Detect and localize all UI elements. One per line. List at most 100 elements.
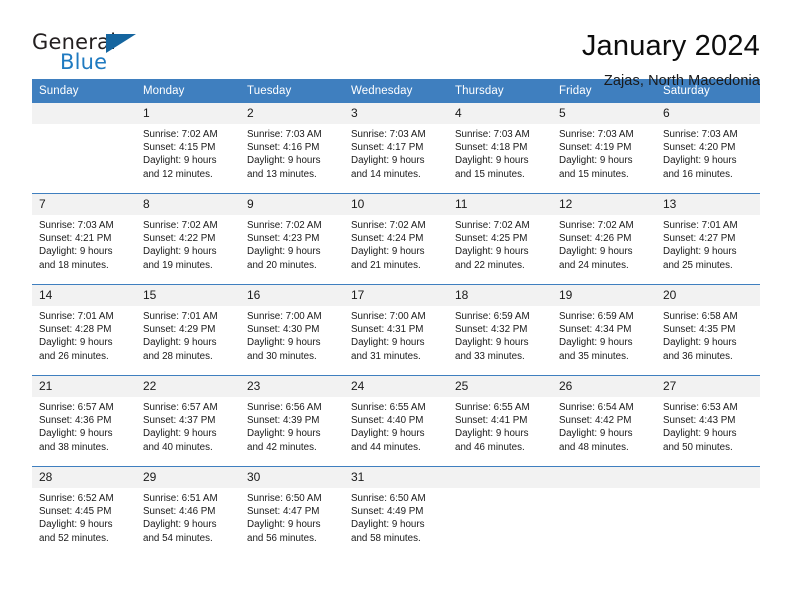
calendar-week-row: 14 Sunrise: 7:01 AM Sunset: 4:28 PM Dayligh… bbox=[32, 284, 760, 376]
day-info-line: Sunset: 4:39 PM bbox=[247, 415, 320, 427]
calendar-empty-cell bbox=[32, 103, 136, 194]
calendar-day-cell[interactable]: 10 Sunrise: 7:02 AM Sunset: 4:24 PM Dayligh… bbox=[344, 193, 448, 285]
calendar-day-cell[interactable]: 23 Sunrise: 6:56 AM Sunset: 4:39 PM Dayligh… bbox=[240, 375, 344, 467]
day-number: 9 bbox=[240, 194, 344, 215]
calendar-day-cell[interactable]: 2 Sunrise: 7:03 AM Sunset: 4:16 PM Daylight… bbox=[240, 103, 344, 194]
calendar-day-cell[interactable]: 28 Sunrise: 6:52 AM Sunset: 4:45 PM Dayligh… bbox=[32, 466, 136, 557]
day-number: 22 bbox=[136, 376, 240, 397]
day-info-line: Daylight: 9 hours bbox=[143, 428, 217, 440]
day-info-line: and 42 minutes. bbox=[247, 441, 317, 453]
day-cell-content: 14 Sunrise: 7:01 AM Sunset: 4:28 PM Dayligh… bbox=[32, 285, 136, 375]
day-info-line: Sunset: 4:29 PM bbox=[143, 324, 216, 336]
day-info-line: Sunrise: 7:02 AM bbox=[559, 220, 634, 231]
day-info-line: Sunrise: 7:01 AM bbox=[663, 220, 738, 231]
day-info-line: Sunset: 4:26 PM bbox=[559, 233, 632, 245]
page-header: General Blue January 2024 Zajas, North M… bbox=[32, 0, 760, 89]
calendar-day-cell[interactable]: 4 Sunrise: 7:03 AM Sunset: 4:18 PM Daylight… bbox=[448, 103, 552, 194]
day-cell-content: 16 Sunrise: 7:00 AM Sunset: 4:30 PM Dayligh… bbox=[240, 285, 344, 375]
day-number: 17 bbox=[344, 285, 448, 306]
day-sun-info: Sunrise: 7:03 AM Sunset: 4:19 PM Daylight:… bbox=[552, 124, 656, 181]
day-info-line: and 54 minutes. bbox=[143, 532, 213, 544]
calendar-day-cell[interactable]: 22 Sunrise: 6:57 AM Sunset: 4:37 PM Dayligh… bbox=[136, 375, 240, 467]
day-number: 27 bbox=[656, 376, 760, 397]
day-info-line: Sunrise: 7:02 AM bbox=[143, 129, 218, 140]
day-cell-content: 12 Sunrise: 7:02 AM Sunset: 4:26 PM Dayligh… bbox=[552, 194, 656, 284]
day-cell-content: 9 Sunrise: 7:02 AM Sunset: 4:23 PM Daylight… bbox=[240, 194, 344, 284]
calendar-day-cell[interactable]: 5 Sunrise: 7:03 AM Sunset: 4:19 PM Daylight… bbox=[552, 103, 656, 194]
day-info-line: Daylight: 9 hours bbox=[247, 428, 321, 440]
calendar-day-cell[interactable]: 26 Sunrise: 6:54 AM Sunset: 4:42 PM Dayligh… bbox=[552, 375, 656, 467]
day-info-line: Sunset: 4:30 PM bbox=[247, 324, 320, 336]
day-cell-content: 4 Sunrise: 7:03 AM Sunset: 4:18 PM Daylight… bbox=[448, 103, 552, 193]
calendar-day-cell[interactable]: 8 Sunrise: 7:02 AM Sunset: 4:22 PM Daylight… bbox=[136, 193, 240, 285]
calendar-day-cell[interactable]: 14 Sunrise: 7:01 AM Sunset: 4:28 PM Dayligh… bbox=[32, 284, 136, 376]
day-info-line: and 33 minutes. bbox=[455, 350, 525, 362]
calendar-day-cell[interactable]: 29 Sunrise: 6:51 AM Sunset: 4:46 PM Dayligh… bbox=[136, 466, 240, 557]
calendar-day-cell[interactable]: 15 Sunrise: 7:01 AM Sunset: 4:29 PM Dayligh… bbox=[136, 284, 240, 376]
calendar-day-cell[interactable]: 21 Sunrise: 6:57 AM Sunset: 4:36 PM Dayligh… bbox=[32, 375, 136, 467]
day-info-line: Daylight: 9 hours bbox=[39, 246, 113, 258]
calendar-day-cell[interactable]: 9 Sunrise: 7:02 AM Sunset: 4:23 PM Daylight… bbox=[240, 193, 344, 285]
day-info-line: Sunrise: 7:00 AM bbox=[247, 311, 322, 322]
day-info-line: Sunrise: 7:02 AM bbox=[247, 220, 322, 231]
day-number bbox=[32, 103, 136, 124]
calendar-day-cell[interactable]: 24 Sunrise: 6:55 AM Sunset: 4:40 PM Dayligh… bbox=[344, 375, 448, 467]
day-info-line: and 44 minutes. bbox=[351, 441, 421, 453]
day-info-line: Sunrise: 6:57 AM bbox=[39, 402, 114, 413]
day-sun-info: Sunrise: 6:57 AM Sunset: 4:37 PM Daylight:… bbox=[136, 397, 240, 454]
day-info-line: Sunrise: 6:54 AM bbox=[559, 402, 634, 413]
day-info-line: Sunset: 4:49 PM bbox=[351, 506, 424, 518]
day-info-line: Sunset: 4:18 PM bbox=[455, 142, 528, 154]
day-sun-info: Sunrise: 7:02 AM Sunset: 4:26 PM Daylight:… bbox=[552, 215, 656, 272]
calendar-table: Sunday Monday Tuesday Wednesday Thursday Frid… bbox=[32, 79, 760, 557]
day-cell-content: 19 Sunrise: 6:59 AM Sunset: 4:34 PM Dayligh… bbox=[552, 285, 656, 375]
calendar-day-cell[interactable]: 12 Sunrise: 7:02 AM Sunset: 4:26 PM Dayligh… bbox=[552, 193, 656, 285]
day-info-line: and 15 minutes. bbox=[455, 168, 525, 180]
day-cell-content: 26 Sunrise: 6:54 AM Sunset: 4:42 PM Dayligh… bbox=[552, 376, 656, 466]
day-number: 31 bbox=[344, 467, 448, 488]
day-info-line: and 18 minutes. bbox=[39, 259, 109, 271]
calendar-day-cell[interactable]: 3 Sunrise: 7:03 AM Sunset: 4:17 PM Daylight… bbox=[344, 103, 448, 194]
title-block: January 2024 Zajas, North Macedonia bbox=[582, 28, 760, 92]
day-info-line: and 14 minutes. bbox=[351, 168, 421, 180]
day-info-line: Daylight: 9 hours bbox=[351, 428, 425, 440]
calendar-day-cell[interactable]: 20 Sunrise: 6:58 AM Sunset: 4:35 PM Dayligh… bbox=[656, 284, 760, 376]
day-info-line: and 28 minutes. bbox=[143, 350, 213, 362]
day-sun-info: Sunrise: 6:57 AM Sunset: 4:36 PM Daylight:… bbox=[32, 397, 136, 454]
day-sun-info: Sunrise: 7:03 AM Sunset: 4:17 PM Daylight:… bbox=[344, 124, 448, 181]
day-info-line: Sunrise: 6:59 AM bbox=[455, 311, 530, 322]
day-info-line: Daylight: 9 hours bbox=[39, 337, 113, 349]
calendar-day-cell[interactable]: 31 Sunrise: 6:50 AM Sunset: 4:49 PM Dayligh… bbox=[344, 466, 448, 557]
day-info-line: Sunset: 4:34 PM bbox=[559, 324, 632, 336]
day-info-line: Sunrise: 7:01 AM bbox=[39, 311, 114, 322]
day-sun-info: Sunrise: 6:59 AM Sunset: 4:34 PM Daylight:… bbox=[552, 306, 656, 363]
general-blue-logo[interactable]: General Blue bbox=[32, 28, 152, 78]
day-info-line: Sunrise: 7:03 AM bbox=[351, 129, 426, 140]
calendar-day-cell[interactable]: 18 Sunrise: 6:59 AM Sunset: 4:32 PM Dayligh… bbox=[448, 284, 552, 376]
day-sun-info: Sunrise: 7:01 AM Sunset: 4:29 PM Daylight:… bbox=[136, 306, 240, 363]
calendar-day-cell[interactable]: 25 Sunrise: 6:55 AM Sunset: 4:41 PM Dayligh… bbox=[448, 375, 552, 467]
calendar-day-cell[interactable]: 7 Sunrise: 7:03 AM Sunset: 4:21 PM Daylight… bbox=[32, 193, 136, 285]
calendar-week-row: 21 Sunrise: 6:57 AM Sunset: 4:36 PM Dayligh… bbox=[32, 375, 760, 467]
day-info-line: Sunset: 4:41 PM bbox=[455, 415, 528, 427]
day-sun-info: Sunrise: 7:02 AM Sunset: 4:15 PM Daylight:… bbox=[136, 124, 240, 181]
day-number: 4 bbox=[448, 103, 552, 124]
day-number: 14 bbox=[32, 285, 136, 306]
day-info-line: Sunrise: 6:52 AM bbox=[39, 493, 114, 504]
calendar-day-cell[interactable]: 6 Sunrise: 7:03 AM Sunset: 4:20 PM Daylight… bbox=[656, 103, 760, 194]
calendar-day-cell[interactable]: 17 Sunrise: 7:00 AM Sunset: 4:31 PM Dayligh… bbox=[344, 284, 448, 376]
calendar-day-cell[interactable]: 30 Sunrise: 6:50 AM Sunset: 4:47 PM Dayligh… bbox=[240, 466, 344, 557]
calendar-day-cell[interactable]: 1 Sunrise: 7:02 AM Sunset: 4:15 PM Daylight… bbox=[136, 103, 240, 194]
day-info-line: Sunset: 4:45 PM bbox=[39, 506, 112, 518]
day-number: 25 bbox=[448, 376, 552, 397]
calendar-day-cell[interactable]: 13 Sunrise: 7:01 AM Sunset: 4:27 PM Dayligh… bbox=[656, 193, 760, 285]
calendar-day-cell[interactable]: 11 Sunrise: 7:02 AM Sunset: 4:25 PM Dayligh… bbox=[448, 193, 552, 285]
calendar-day-cell[interactable]: 19 Sunrise: 6:59 AM Sunset: 4:34 PM Dayligh… bbox=[552, 284, 656, 376]
day-info-line: Sunset: 4:46 PM bbox=[143, 506, 216, 518]
calendar-day-cell[interactable]: 27 Sunrise: 6:53 AM Sunset: 4:43 PM Dayligh… bbox=[656, 375, 760, 467]
day-info-line: and 15 minutes. bbox=[559, 168, 629, 180]
day-info-line: Sunrise: 6:55 AM bbox=[351, 402, 426, 413]
day-sun-info bbox=[32, 124, 136, 128]
calendar-day-cell[interactable]: 16 Sunrise: 7:00 AM Sunset: 4:30 PM Dayligh… bbox=[240, 284, 344, 376]
day-cell-content: 31 Sunrise: 6:50 AM Sunset: 4:49 PM Dayligh… bbox=[344, 467, 448, 557]
